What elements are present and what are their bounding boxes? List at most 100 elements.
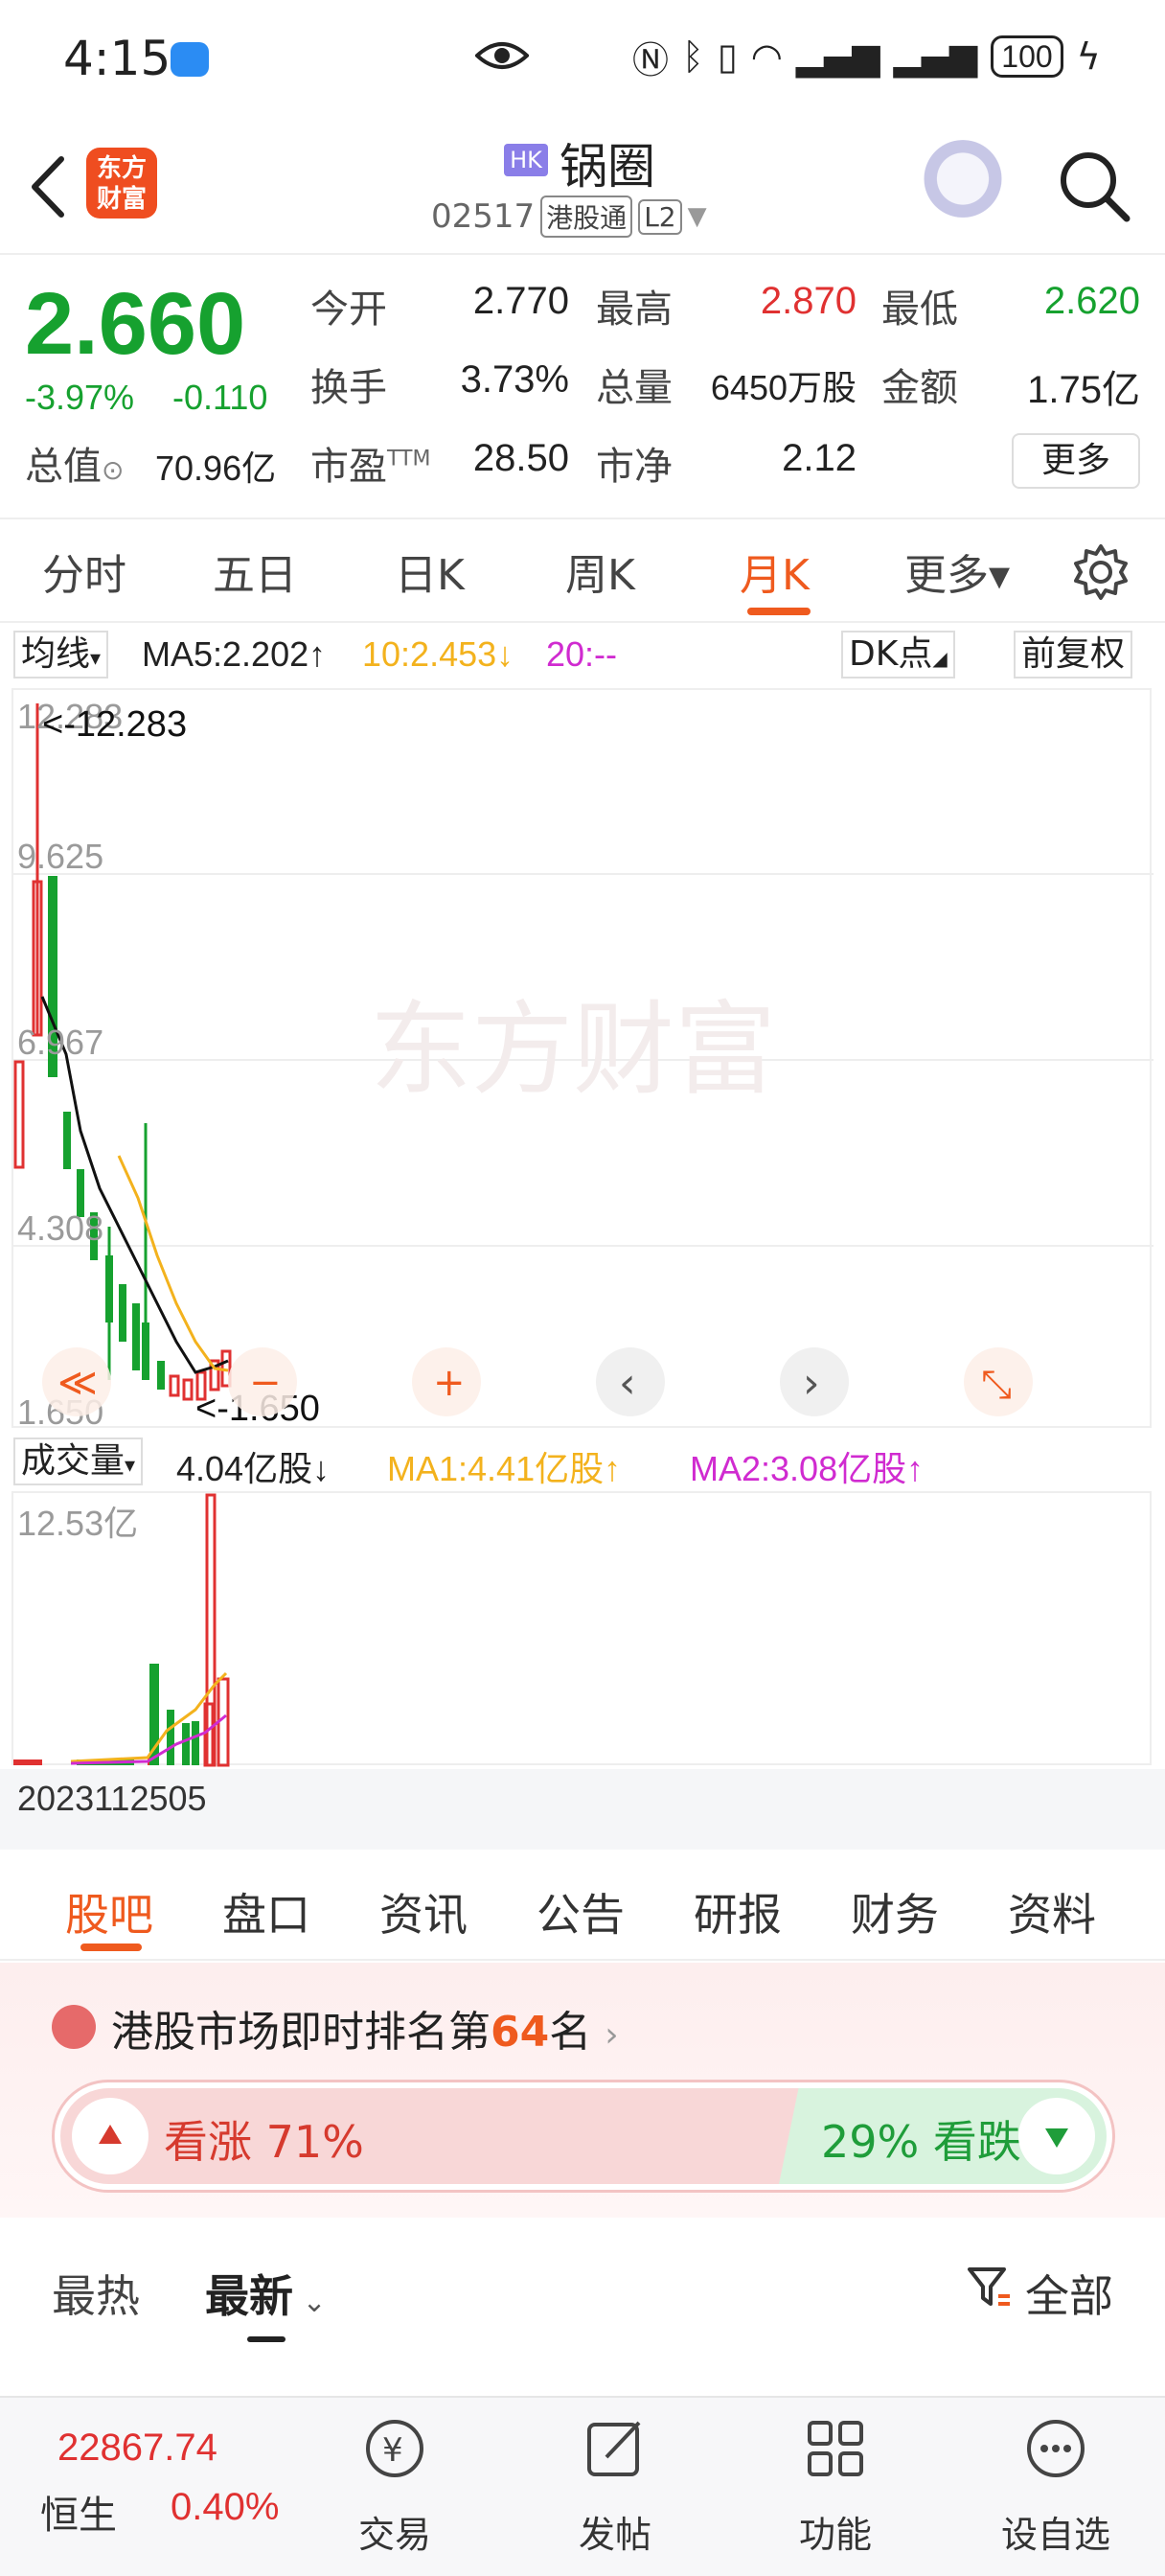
- low-value: 2.620: [1043, 280, 1140, 322]
- kline-chart[interactable]: 东方财富 12.283 9.625 6.967 4.308 <-12.283 ≪…: [11, 688, 1154, 1432]
- vote-down-button[interactable]: [1018, 2098, 1095, 2174]
- filter-latest[interactable]: 最新 ⌄: [205, 2262, 327, 2325]
- assistant-robot-icon[interactable]: [920, 140, 1006, 226]
- quote-panel: 2.660 -3.97% -0.110 总值⊙ 70.96亿 今开 2.770 …: [0, 257, 1165, 510]
- date-start: 202311: [17, 1779, 130, 1818]
- high-label: 最高: [596, 288, 673, 332]
- stock-name: 锅圈: [560, 139, 655, 195]
- eye-icon: [475, 42, 529, 69]
- tab-finance[interactable]: 财务: [851, 1880, 939, 1944]
- volume-chart[interactable]: 12.53亿: [11, 1491, 1152, 1767]
- bullish-label: 看涨 71%: [164, 2116, 364, 2168]
- dk-point-select[interactable]: DK点◢: [841, 631, 955, 678]
- filter-all[interactable]: 全部: [1025, 2262, 1113, 2325]
- chevron-right-icon: ›: [803, 1359, 820, 1408]
- nav-post-label: 发帖: [578, 2514, 651, 2556]
- volume-y-max: 12.53亿: [17, 1504, 138, 1543]
- rank-suffix: 名: [549, 2008, 592, 2057]
- tab-more[interactable]: 更多▾: [904, 540, 1010, 602]
- ma20-value: 20:--: [546, 634, 618, 674]
- info-icon: ⊙: [102, 454, 125, 486]
- edit-post-icon: [587, 2421, 641, 2476]
- volume-value: 4.04亿股↓: [176, 1449, 331, 1488]
- status-time: 4:15: [63, 31, 171, 86]
- search-icon[interactable]: [1056, 148, 1132, 224]
- app-logo: 东方财富: [86, 148, 157, 218]
- nav-post[interactable]: 发帖: [538, 2413, 692, 2566]
- filter-hot[interactable]: 最热: [52, 2262, 140, 2325]
- nav-functions-label: 功能: [798, 2514, 872, 2556]
- volume-indicator-bar: 成交量▾ 4.04亿股↓ MA1:4.41亿股↑ MA2:3.08亿股↑: [0, 1432, 1165, 1488]
- index-value: 22867.74: [57, 2426, 217, 2469]
- tab-weekly-k[interactable]: 周K: [565, 540, 635, 602]
- stock-code: 02517: [431, 197, 536, 236]
- tab-guba[interactable]: 股吧: [65, 1880, 153, 1944]
- nfc-icon: Ⓝ: [632, 38, 670, 81]
- filter-active-indicator: [247, 2336, 286, 2342]
- tab-five-day[interactable]: 五日: [213, 540, 297, 602]
- ranking-link[interactable]: 港股市场即时排名第64名 ›: [111, 1997, 619, 2058]
- y-tick-2: 9.625: [17, 837, 103, 876]
- pe-label: 市盈TTM: [310, 445, 431, 489]
- content-tab-indicator: [80, 1944, 142, 1951]
- adjust-select[interactable]: 前复权: [1014, 631, 1133, 678]
- tab-daily-k[interactable]: 日K: [395, 540, 465, 602]
- tab-intraday[interactable]: 分时: [42, 540, 126, 602]
- volume-ma2: MA2:3.08亿股↑: [690, 1449, 925, 1488]
- post-filter-bar: 最热 最新 ⌄ 全部: [0, 2220, 1165, 2344]
- watermark: 东方财富: [370, 991, 776, 1109]
- stock-code-row[interactable]: 02517 港股通 L2 ▼: [431, 196, 707, 238]
- battery-icon: 100: [991, 35, 1063, 78]
- turnover-label: 换手: [310, 366, 387, 410]
- active-tab-indicator: [747, 608, 811, 615]
- vote-up-button[interactable]: [72, 2098, 148, 2174]
- ma-select[interactable]: 均线▾: [13, 631, 109, 678]
- volume-svg: 12.53亿: [13, 1493, 230, 1767]
- stock-header: 东方财富 HK 锅圈 02517 港股通 L2 ▼: [0, 119, 1165, 255]
- nav-add-watchlist-label: 设自选: [1000, 2514, 1110, 2556]
- open-value: 2.770: [472, 280, 569, 322]
- date-end: 2505: [129, 1779, 207, 1818]
- tab-monthly-k[interactable]: 月K: [740, 540, 810, 602]
- nav-trade-label: 交易: [357, 2514, 431, 2556]
- signal-icon-2: ▂▄▆: [893, 35, 978, 78]
- date-axis-labels: 2023112505: [17, 1779, 207, 1819]
- kline-svg: 东方财富 12.283 9.625 6.967 4.308 <-12.283 ≪…: [13, 697, 1154, 1432]
- chevron-left-icon: ‹: [619, 1359, 636, 1408]
- nav-add-watchlist[interactable]: 设自选: [979, 2413, 1132, 2566]
- change-amount: -0.110: [172, 378, 268, 417]
- tab-pankou[interactable]: 盘口: [222, 1880, 310, 1944]
- tab-announcements[interactable]: 公告: [537, 1880, 625, 1944]
- tab-profile[interactable]: 资料: [1008, 1880, 1096, 1944]
- volume-label: 总量: [596, 366, 673, 410]
- more-button[interactable]: 更多: [1012, 433, 1140, 489]
- content-tabs: 股吧 盘口 资讯 公告 研报 财务 资料: [0, 1852, 1165, 1961]
- wifi-icon: ◠: [750, 35, 783, 78]
- bluetooth-icon: ᛒ: [682, 35, 704, 78]
- tab-news[interactable]: 资讯: [379, 1880, 468, 1944]
- caret-down-icon: ▼: [687, 202, 707, 231]
- signal-icon: ▂▄▆: [795, 35, 880, 78]
- bottom-navigation: 22867.74 恒生 0.40% ¥ 交易 发帖 功能 设自选: [0, 2396, 1165, 2576]
- pb-label: 市净: [596, 445, 673, 489]
- gear-icon[interactable]: [1071, 542, 1131, 602]
- charging-icon: ϟ: [1076, 35, 1101, 78]
- market-badge: HK: [504, 144, 548, 176]
- vibrate-icon: ▯: [717, 35, 738, 78]
- market-cap-label[interactable]: 总值⊙: [25, 435, 124, 491]
- status-icons: Ⓝ ᛒ ▯ ◠ ▂▄▆ ▂▄▆ 100 ϟ: [632, 33, 1101, 81]
- tab-research[interactable]: 研报: [694, 1880, 782, 1944]
- amount-label: 金额: [881, 366, 958, 410]
- zoom-out-icon: −: [249, 1361, 282, 1405]
- filter-icon[interactable]: [966, 2264, 1014, 2312]
- market-cap-value: 70.96亿: [155, 448, 277, 488]
- y-tick-3: 6.967: [17, 1023, 103, 1062]
- nav-functions[interactable]: 功能: [759, 2413, 912, 2566]
- back-arrow-icon[interactable]: [25, 153, 73, 220]
- low-label: 最低: [881, 288, 958, 332]
- sentiment-bar: 看涨 71% 29% 看跌: [52, 2080, 1115, 2193]
- nav-trade[interactable]: ¥ 交易: [318, 2413, 471, 2566]
- y-tick-4: 4.308: [17, 1208, 103, 1248]
- volume-select[interactable]: 成交量▾: [13, 1438, 144, 1485]
- level-tag: L2: [638, 198, 682, 235]
